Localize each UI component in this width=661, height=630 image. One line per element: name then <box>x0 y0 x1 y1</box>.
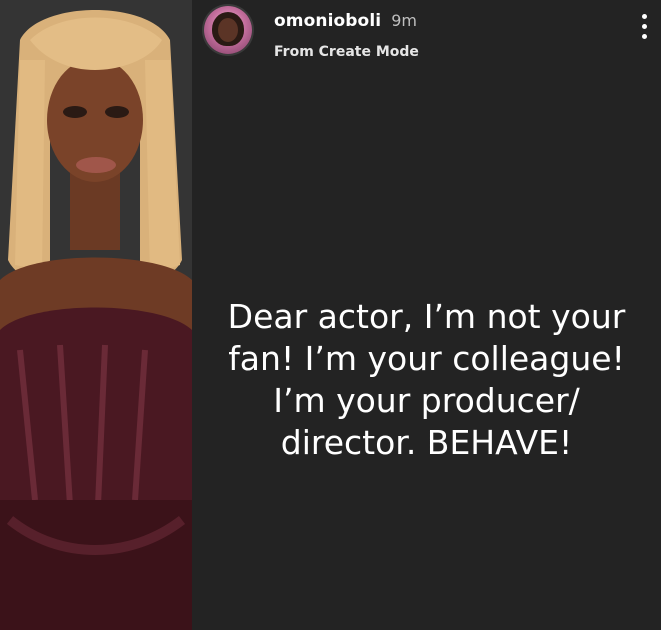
profile-photo <box>0 0 192 630</box>
story-caption: Dear actor, I’m not your fan! I’m your c… <box>192 296 661 464</box>
story-header: omonioboli 9m <box>274 11 417 31</box>
more-vertical-icon[interactable] <box>641 14 649 44</box>
caption-line: director. BEHAVE! <box>280 423 573 462</box>
caption-line: Dear actor, I’m not your <box>227 297 626 336</box>
username[interactable]: omonioboli <box>274 11 381 31</box>
avatar[interactable] <box>204 6 252 54</box>
caption-line: fan! I’m your colleague! <box>228 339 625 378</box>
woman-photo-illustration <box>0 0 192 630</box>
more-dot <box>642 14 647 19</box>
more-dot <box>642 34 647 39</box>
timestamp: 9m <box>391 11 417 30</box>
story-screenshot: omonioboli 9m From Create Mode Dear acto… <box>0 0 661 630</box>
story-subtitle: From Create Mode <box>274 44 419 60</box>
story-panel: omonioboli 9m From Create Mode Dear acto… <box>192 0 661 630</box>
caption-line: I’m your producer/ <box>273 381 580 420</box>
avatar-face <box>218 18 238 42</box>
more-dot <box>642 24 647 29</box>
